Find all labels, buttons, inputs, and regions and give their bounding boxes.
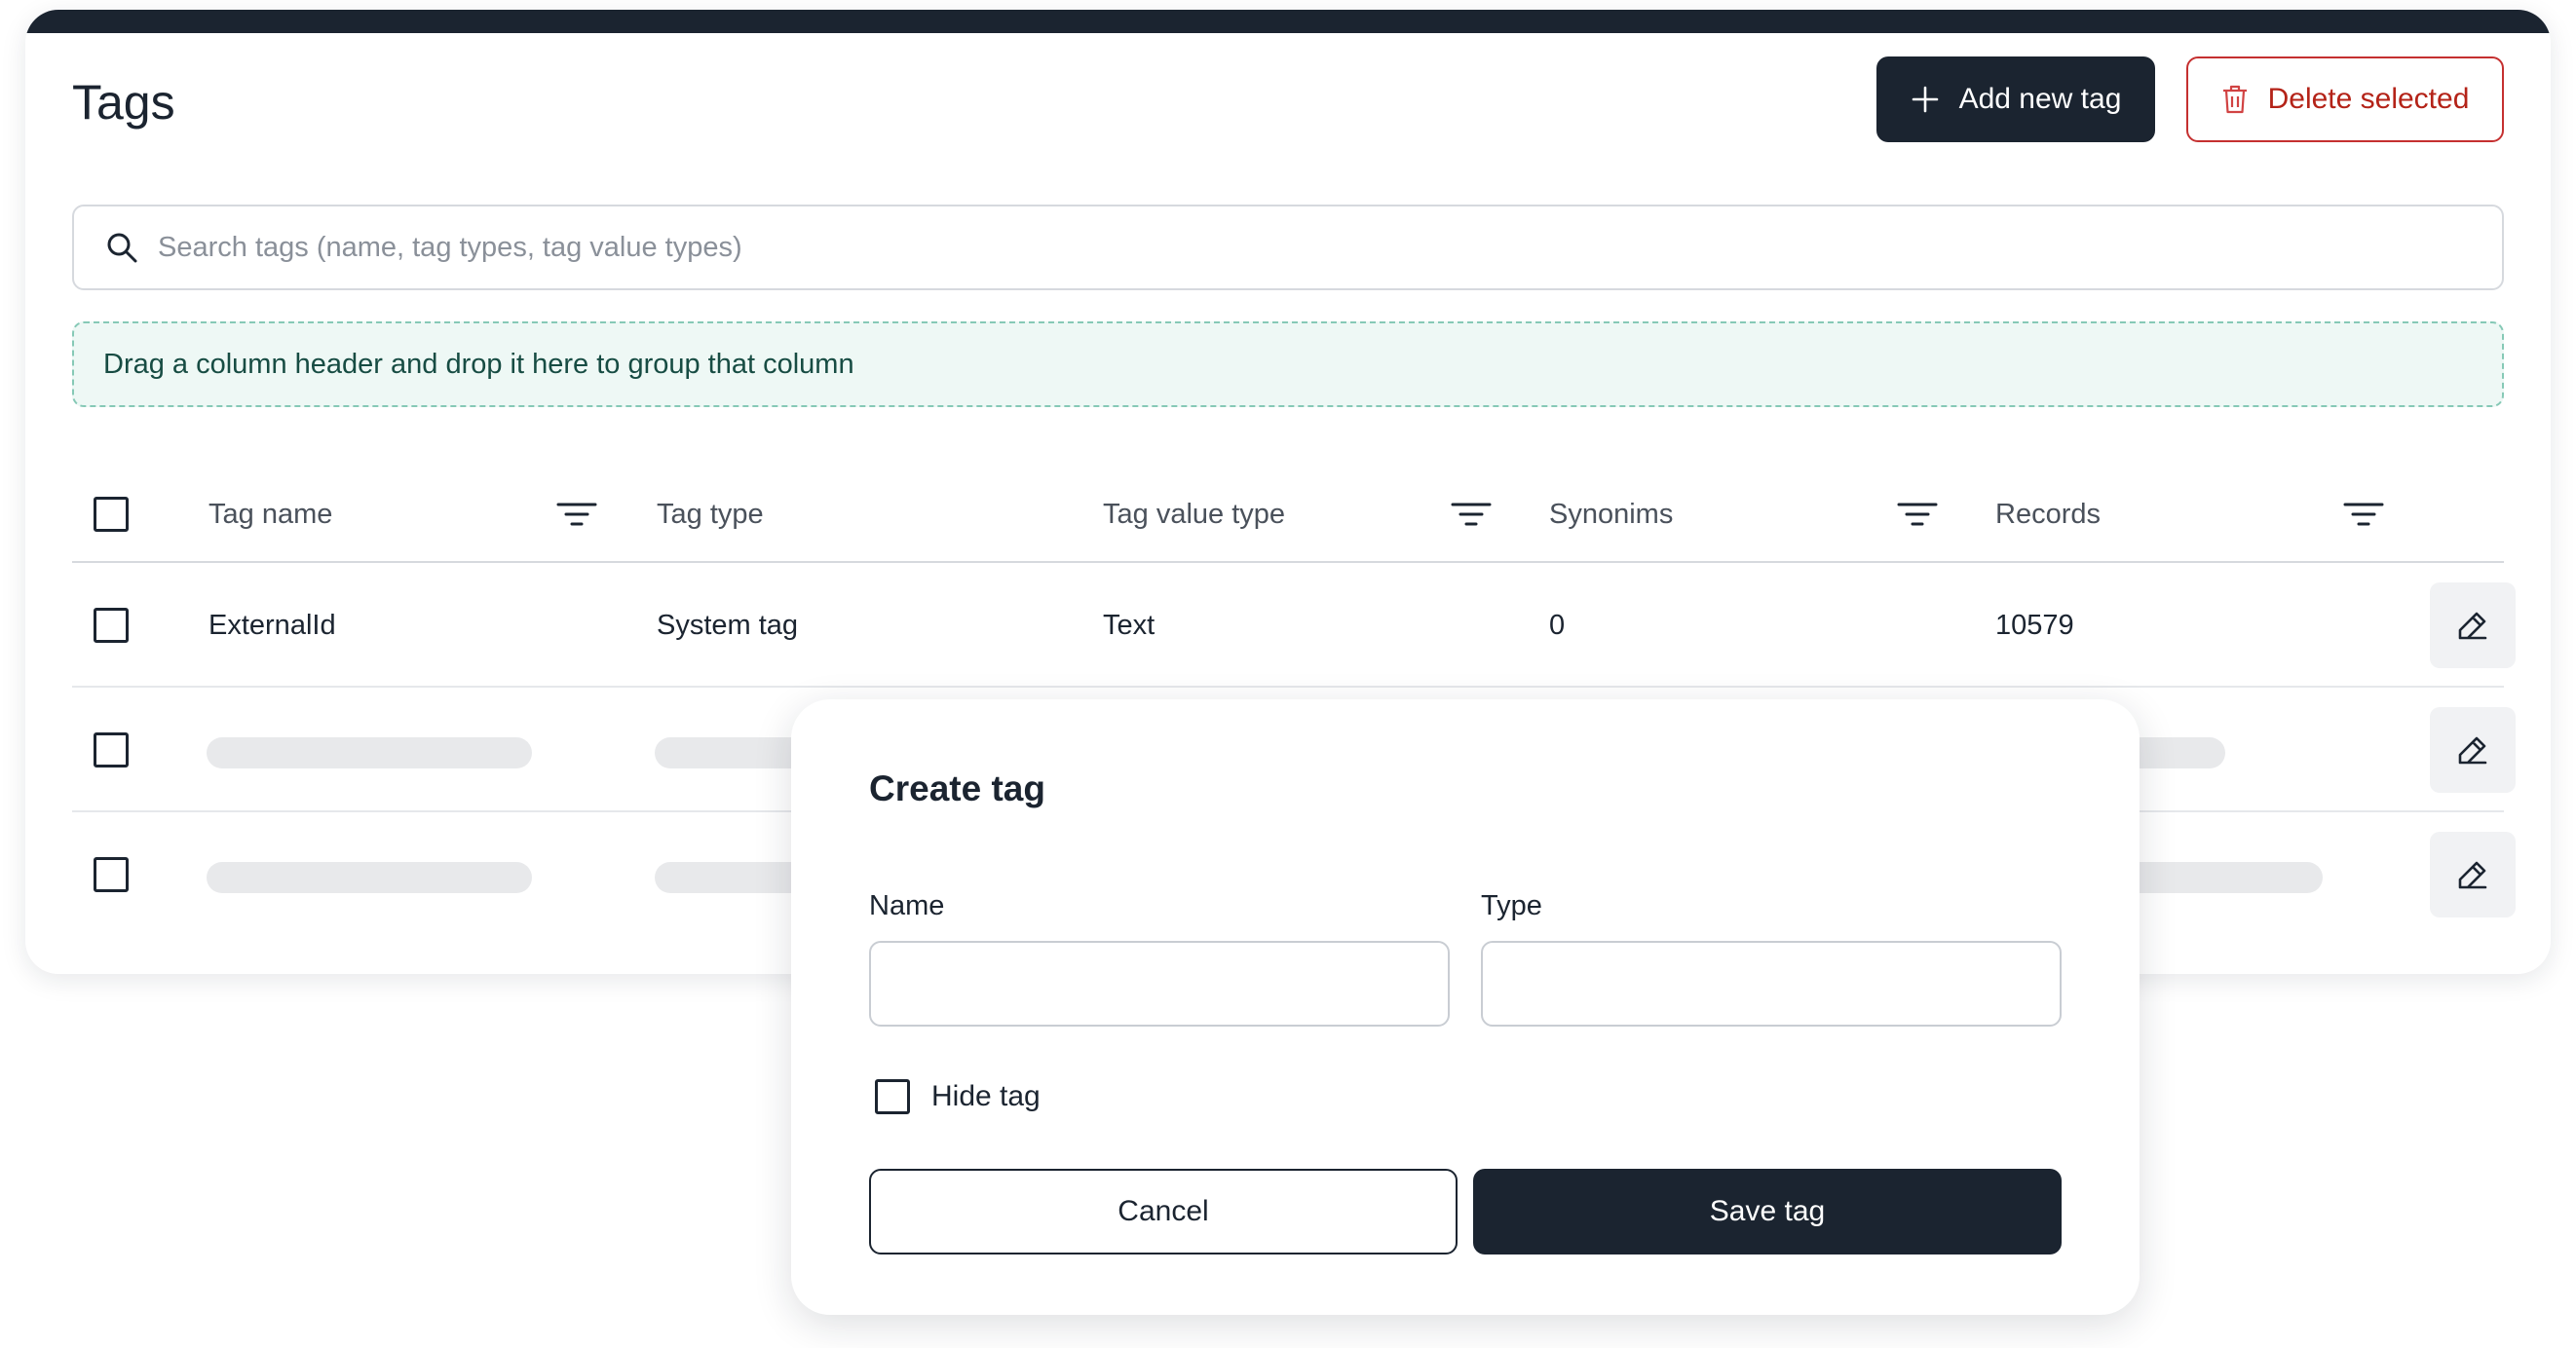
save-tag-button[interactable]: Save tag: [1473, 1169, 2062, 1254]
group-drop-zone[interactable]: Drag a column header and drop it here to…: [72, 321, 2504, 407]
cancel-button[interactable]: Cancel: [869, 1169, 1458, 1254]
loading-skeleton: [207, 737, 532, 768]
group-drop-zone-text: Drag a column header and drop it here to…: [103, 348, 854, 380]
filter-icon[interactable]: [2342, 497, 2385, 532]
cell-synonims: 0: [1549, 610, 1566, 641]
row-checkbox[interactable]: [94, 608, 129, 643]
filter-icon[interactable]: [555, 497, 598, 532]
cell-tag-value-type: Text: [1103, 610, 1155, 641]
cell-records: 10579: [1995, 610, 2074, 641]
filter-icon[interactable]: [1450, 497, 1493, 532]
column-header-tag-value-type[interactable]: Tag value type: [1103, 497, 1285, 532]
loading-skeleton: [207, 862, 532, 893]
delete-selected-button[interactable]: Delete selected: [2186, 56, 2504, 142]
pencil-icon: [2458, 861, 2487, 889]
page-title: Tags: [72, 75, 175, 130]
row-checkbox[interactable]: [94, 732, 129, 768]
add-new-tag-button[interactable]: Add new tag: [1876, 56, 2155, 142]
name-field-label: Name: [869, 890, 945, 921]
pencil-icon: [2458, 612, 2487, 640]
search-input[interactable]: [158, 231, 2502, 264]
filter-icon[interactable]: [1896, 497, 1939, 532]
save-tag-button-label: Save tag: [1709, 1195, 1826, 1227]
edit-row-button[interactable]: [2430, 582, 2516, 668]
table-header: Tag name Tag type Tag value type Synonim…: [72, 468, 2504, 563]
name-input[interactable]: [869, 941, 1450, 1027]
modal-title: Create tag: [869, 768, 1045, 808]
search-box: [72, 205, 2504, 290]
column-header-tag-type[interactable]: Tag type: [657, 497, 764, 532]
cell-tag-type: System tag: [657, 610, 799, 641]
add-new-tag-label: Add new tag: [1958, 83, 2122, 115]
plus-icon: [1912, 86, 1938, 113]
cancel-button-label: Cancel: [1118, 1195, 1209, 1227]
column-header-tag-name[interactable]: Tag name: [208, 497, 332, 532]
select-all-checkbox[interactable]: [94, 497, 129, 532]
search-icon: [107, 233, 137, 263]
column-header-synonims[interactable]: Synonims: [1549, 497, 1673, 532]
card-top-bar: [25, 10, 2551, 33]
hide-tag-label[interactable]: Hide tag: [931, 1079, 1041, 1114]
type-field-label: Type: [1481, 890, 1542, 921]
type-input[interactable]: [1481, 941, 2062, 1027]
edit-row-button[interactable]: [2430, 707, 2516, 793]
trash-icon: [2222, 85, 2247, 114]
table-row[interactable]: ExternalId System tag Text 0 10579: [72, 563, 2516, 688]
hide-tag-checkbox[interactable]: [875, 1079, 910, 1114]
create-tag-modal: Create tag Name Type Hide tag Cancel Sav…: [791, 699, 2140, 1315]
delete-selected-label: Delete selected: [2267, 83, 2470, 115]
column-header-records[interactable]: Records: [1995, 497, 2101, 532]
cell-tag-name: ExternalId: [208, 610, 336, 641]
row-checkbox[interactable]: [94, 857, 129, 892]
pencil-icon: [2458, 736, 2487, 765]
edit-row-button[interactable]: [2430, 832, 2516, 917]
